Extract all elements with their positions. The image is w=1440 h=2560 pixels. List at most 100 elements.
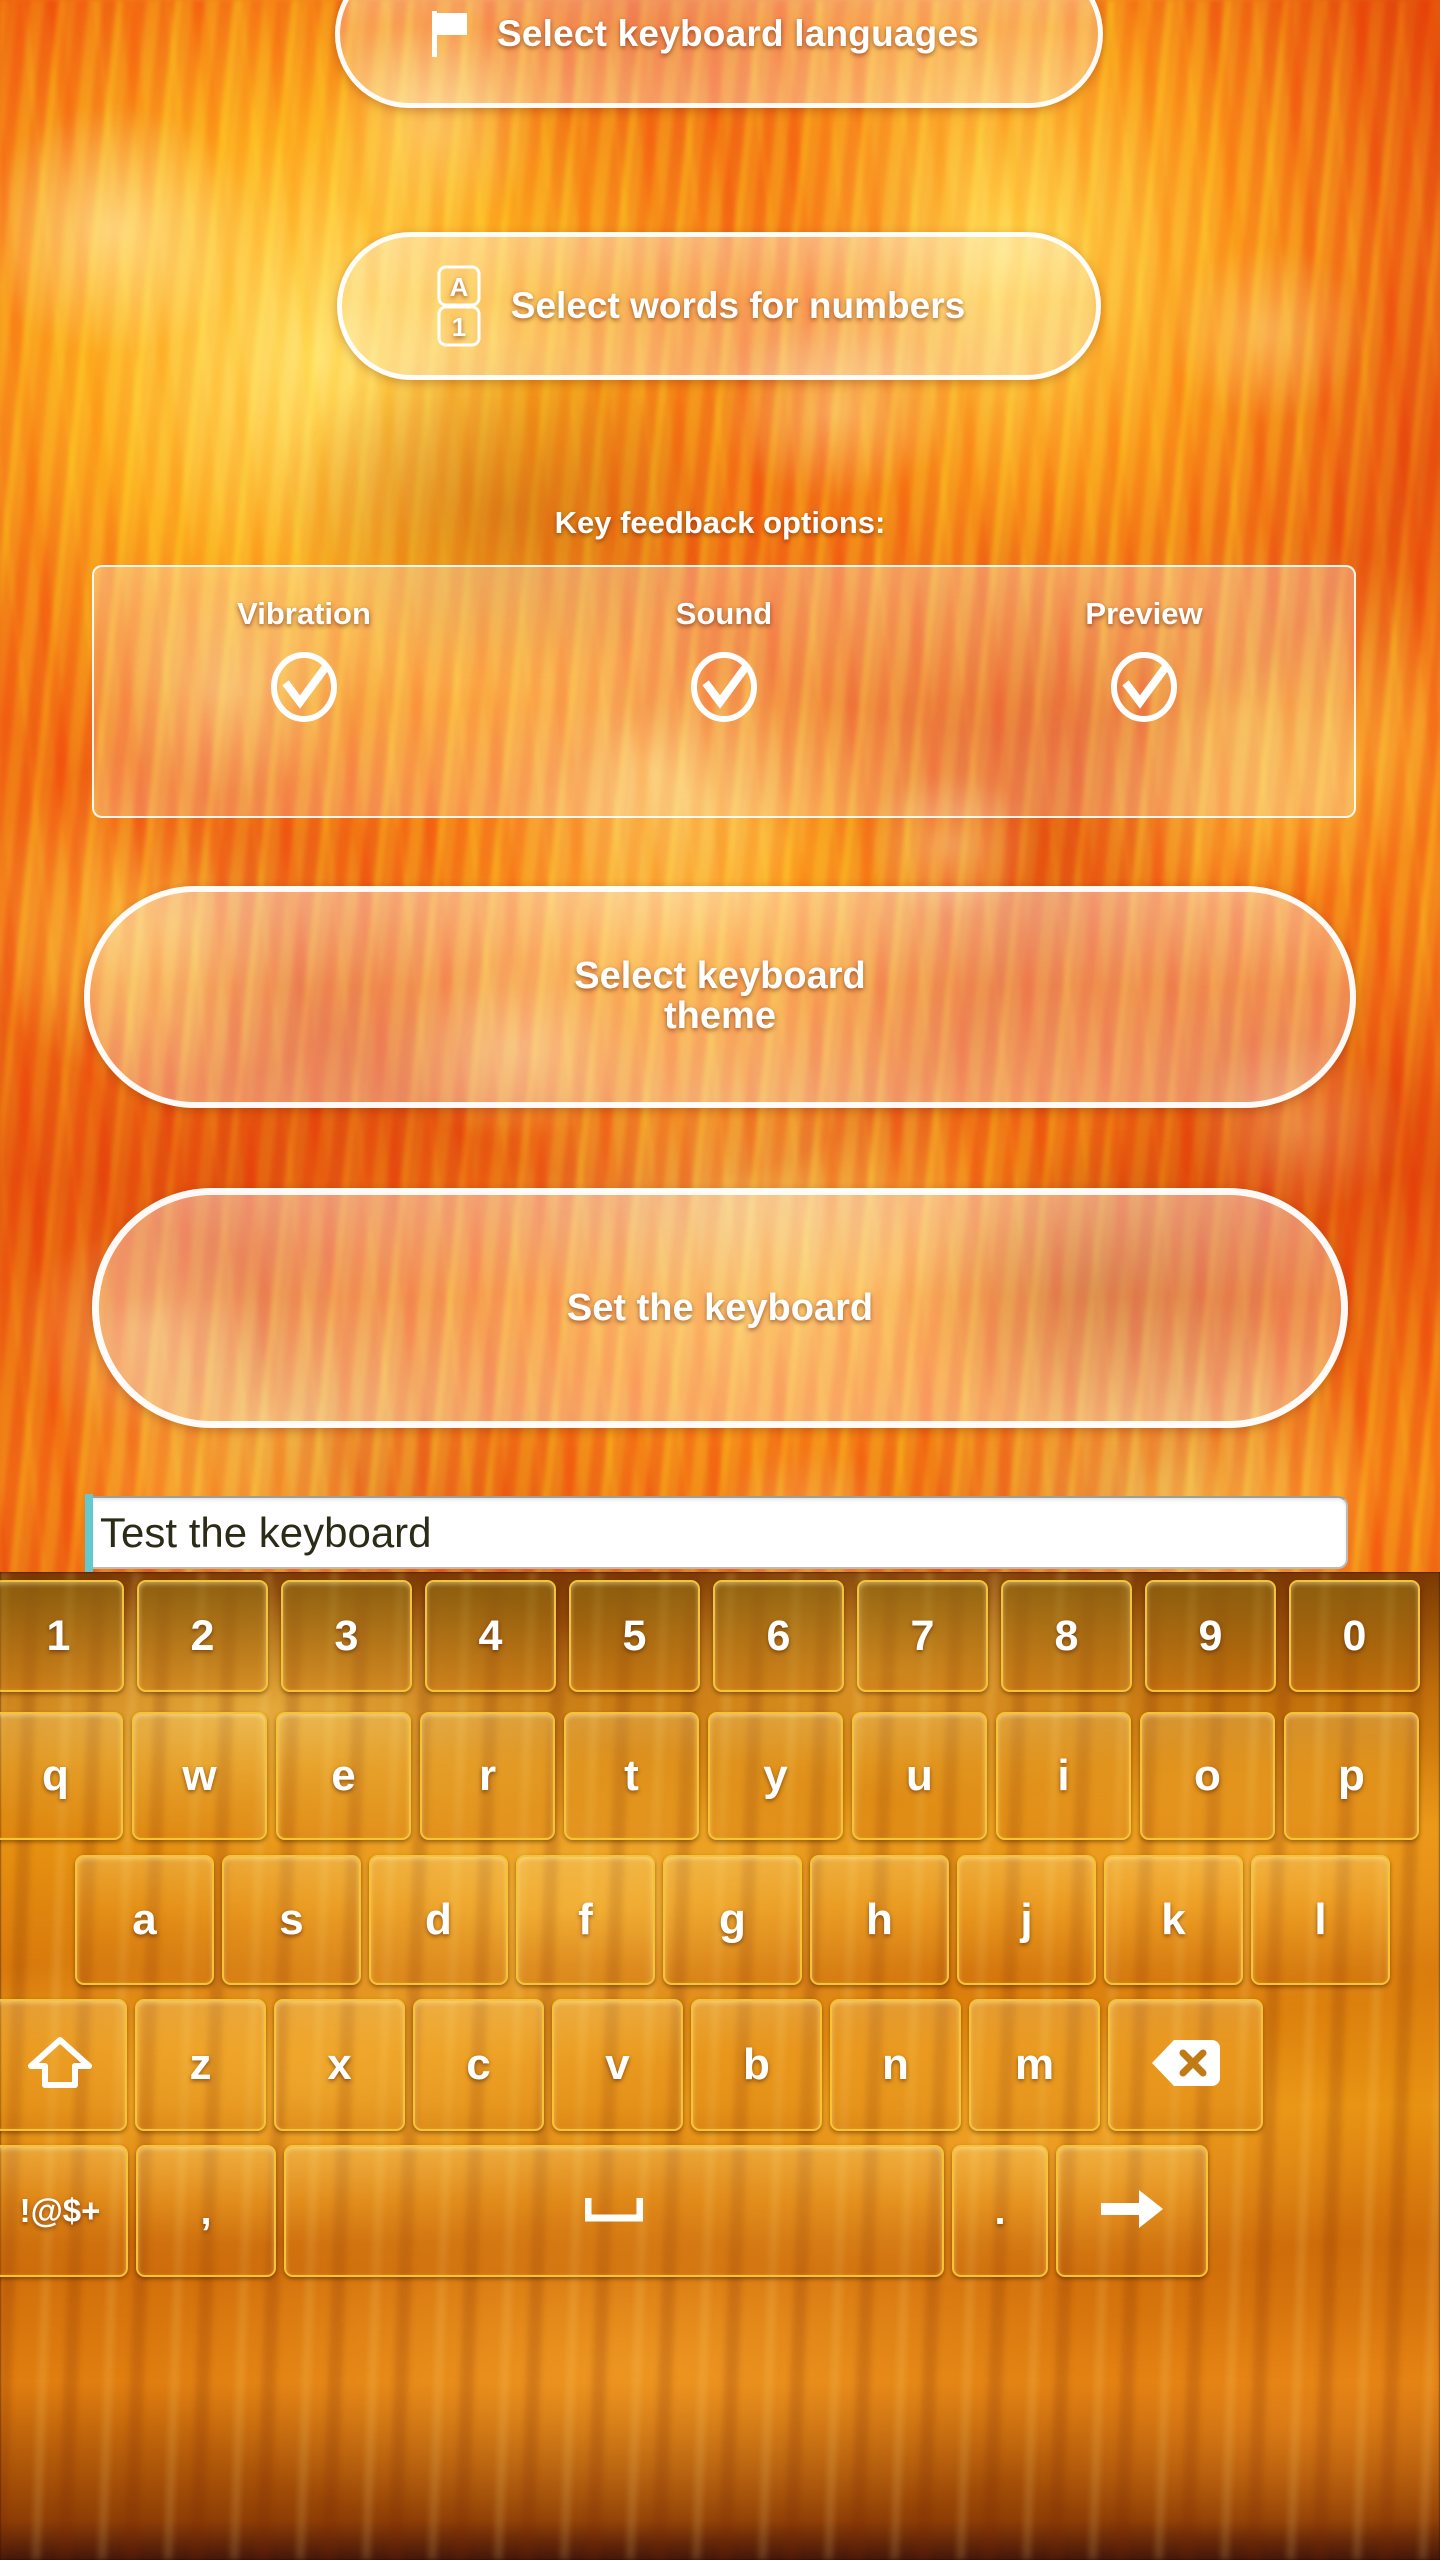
select-words-for-numbers-button[interactable]: A 1 Select words for numbers <box>337 232 1101 380</box>
key-6[interactable]: 6 <box>713 1580 844 1692</box>
key-i[interactable]: i <box>996 1712 1131 1840</box>
key-9[interactable]: 9 <box>1145 1580 1276 1692</box>
key-feedback-title: Key feedback options: <box>554 505 886 540</box>
key-b[interactable]: b <box>691 1999 822 2131</box>
key-a[interactable]: a <box>75 1855 214 1985</box>
key-j[interactable]: j <box>957 1855 1096 1985</box>
key-label: s <box>279 1895 304 1944</box>
key-c[interactable]: c <box>413 1999 544 2131</box>
key-feedback-option-preview[interactable]: Preview <box>934 567 1354 816</box>
key-label: u <box>906 1751 933 1800</box>
comma-key[interactable]: , <box>136 2145 276 2277</box>
key-label: i <box>1057 1751 1070 1800</box>
key-label: n <box>882 2040 909 2089</box>
set-the-keyboard-button[interactable]: Set the keyboard <box>92 1188 1348 1428</box>
settings-screen: Select keyboard languages A 1 Select wor… <box>0 0 1440 2560</box>
key-label: l <box>1314 1895 1327 1944</box>
key-label: j <box>1020 1895 1033 1944</box>
key-4[interactable]: 4 <box>425 1580 556 1692</box>
key-u[interactable]: u <box>852 1712 987 1840</box>
key-label: 2 <box>190 1611 215 1660</box>
key-label: , <box>200 2188 212 2233</box>
key-label: x <box>327 2040 352 2089</box>
keyboard-row-top: q w e r t y u i o p <box>0 1712 1440 1840</box>
key-h[interactable]: h <box>810 1855 949 1985</box>
key-d[interactable]: d <box>369 1855 508 1985</box>
shift-arrow-icon <box>27 2035 93 2096</box>
select-words-for-numbers-label: Select words for numbers <box>510 285 966 326</box>
key-label: . <box>994 2188 1006 2233</box>
key-label: 8 <box>1054 1611 1079 1660</box>
key-z[interactable]: z <box>135 1999 266 2131</box>
key-label: d <box>425 1895 452 1944</box>
key-g[interactable]: g <box>663 1855 802 1985</box>
key-t[interactable]: t <box>564 1712 699 1840</box>
keyboard-row-home: a s d f g h j k l <box>0 1855 1440 1985</box>
check-circle-icon[interactable] <box>269 652 339 722</box>
select-keyboard-languages-button[interactable]: Select keyboard languages <box>335 0 1103 108</box>
key-label: z <box>189 2040 212 2089</box>
key-q[interactable]: q <box>0 1712 123 1840</box>
key-1[interactable]: 1 <box>0 1580 124 1692</box>
key-k[interactable]: k <box>1104 1855 1243 1985</box>
key-w[interactable]: w <box>132 1712 267 1840</box>
key-label: g <box>719 1895 746 1944</box>
key-f[interactable]: f <box>516 1855 655 1985</box>
key-label: 4 <box>478 1611 503 1660</box>
key-label: a <box>132 1895 157 1944</box>
key-y[interactable]: y <box>708 1712 843 1840</box>
keyboard-row-numbers: 1 2 3 4 5 6 7 8 9 0 <box>0 1580 1440 1692</box>
key-l[interactable]: l <box>1251 1855 1390 1985</box>
period-key[interactable]: . <box>952 2145 1048 2277</box>
key-m[interactable]: m <box>969 1999 1100 2131</box>
shift-key[interactable] <box>0 1999 127 2131</box>
key-feedback-option-sound[interactable]: Sound <box>514 567 934 816</box>
key-r[interactable]: r <box>420 1712 555 1840</box>
select-keyboard-theme-button[interactable]: Select keyboard theme <box>84 886 1356 1108</box>
key-label: e <box>331 1751 356 1800</box>
key-3[interactable]: 3 <box>281 1580 412 1692</box>
keyboard-row-bottom-letters: z x c v b n m <box>0 1999 1440 2131</box>
symbols-key[interactable]: !@$+ <box>0 2145 128 2277</box>
key-label: o <box>1194 1751 1221 1800</box>
space-key[interactable] <box>284 2145 944 2277</box>
key-label: w <box>182 1751 217 1800</box>
check-circle-icon[interactable] <box>689 652 759 722</box>
backspace-key[interactable] <box>1108 1999 1263 2131</box>
key-5[interactable]: 5 <box>569 1580 700 1692</box>
key-label: v <box>605 2040 630 2089</box>
svg-text:A: A <box>449 272 468 302</box>
key-label: p <box>1338 1751 1365 1800</box>
space-bar-icon <box>584 2196 644 2227</box>
vibration-label: Vibration <box>237 596 371 631</box>
key-0[interactable]: 0 <box>1289 1580 1420 1692</box>
key-label: 7 <box>910 1611 935 1660</box>
arrow-right-icon <box>1099 2186 1165 2237</box>
on-screen-keyboard: 1 2 3 4 5 6 7 8 9 0 q w e r t y u i o p … <box>0 1572 1440 2560</box>
key-feedback-option-vibration[interactable]: Vibration <box>94 567 514 816</box>
key-label: 1 <box>46 1611 71 1660</box>
key-label: 3 <box>334 1611 359 1660</box>
key-x[interactable]: x <box>274 1999 405 2131</box>
key-p[interactable]: p <box>1284 1712 1419 1840</box>
enter-key[interactable] <box>1056 2145 1208 2277</box>
key-e[interactable]: e <box>276 1712 411 1840</box>
select-keyboard-theme-label: Select keyboard theme <box>574 956 865 1037</box>
test-keyboard-input-value: Test the keyboard <box>100 1508 432 1556</box>
key-o[interactable]: o <box>1140 1712 1275 1840</box>
test-keyboard-input[interactable]: Test the keyboard <box>85 1494 1348 1572</box>
key-7[interactable]: 7 <box>857 1580 988 1692</box>
key-v[interactable]: v <box>552 1999 683 2131</box>
key-s[interactable]: s <box>222 1855 361 1985</box>
key-label: m <box>1014 2040 1055 2089</box>
select-keyboard-languages-label: Select keyboard languages <box>496 13 980 54</box>
key-label: y <box>763 1751 788 1800</box>
backspace-icon <box>1150 2036 1222 2095</box>
key-n[interactable]: n <box>830 1999 961 2131</box>
check-circle-icon[interactable] <box>1109 652 1179 722</box>
key-label: f <box>578 1895 593 1944</box>
key-label: 9 <box>1198 1611 1223 1660</box>
key-8[interactable]: 8 <box>1001 1580 1132 1692</box>
key-2[interactable]: 2 <box>137 1580 268 1692</box>
sound-label: Sound <box>675 596 773 631</box>
